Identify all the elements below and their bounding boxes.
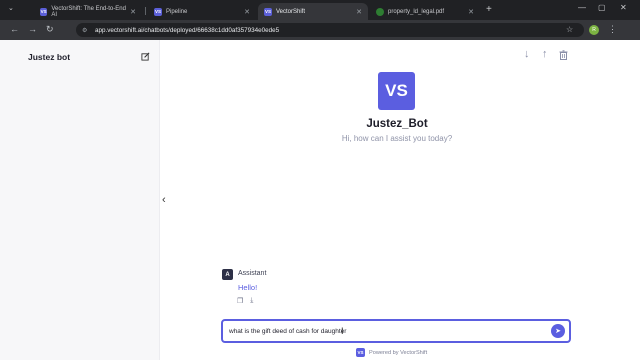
vectorshift-favicon-icon: VS <box>264 7 272 16</box>
close-icon[interactable]: ✕ <box>130 8 136 16</box>
upload-arrow-icon[interactable]: ↑ <box>542 48 548 60</box>
tab-label: VectorShift <box>276 8 306 15</box>
url-text: app.vectorshift.ai/chatbots/deployed/666… <box>95 26 280 34</box>
powered-by-text: Powered by VectorShift <box>369 349 428 356</box>
vectorshift-logo-icon: VS <box>356 348 365 357</box>
browser-menu-icon[interactable]: ⋮ <box>608 24 617 35</box>
send-button[interactable]: ➤ <box>551 324 565 338</box>
tab-property-pdf[interactable]: property_ld_legal.pdf ✕ <box>370 3 480 20</box>
message-text: Hello! <box>238 283 258 292</box>
powered-by-footer[interactable]: VS Powered by VectorShift <box>356 348 427 357</box>
page: ⌄ VS VectorShift: The End-to-End AI ✕ VS… <box>0 0 640 360</box>
maximize-icon[interactable]: ▢ <box>598 3 606 12</box>
download-arrow-icon[interactable]: ↓ <box>524 48 530 60</box>
vectorshift-favicon-icon: VS <box>40 7 48 16</box>
text-cursor-icon: I <box>341 326 344 336</box>
back-arrow-icon[interactable]: ← <box>10 24 19 34</box>
tab-vectorshift[interactable]: VS VectorShift ✕ <box>258 3 368 20</box>
tab-pipeline[interactable]: VS Pipeline ✕ <box>148 3 256 20</box>
tab-label: VectorShift: The End-to-End AI <box>51 5 126 18</box>
chatbot-logo: VS <box>378 72 415 110</box>
copy-icon[interactable]: ❐ <box>237 297 243 305</box>
bot-greeting: Hi, how can I assist you today? <box>341 134 453 143</box>
vectorshift-favicon-icon: VS <box>154 7 162 16</box>
tab-vectorshift-end-to-end[interactable]: VS VectorShift: The End-to-End AI ✕ <box>34 3 142 20</box>
tab-divider <box>145 7 146 15</box>
tab-label: property_ld_legal.pdf <box>388 8 445 15</box>
close-icon[interactable]: ✕ <box>356 8 362 16</box>
drive-icon <box>376 7 384 16</box>
window-close-icon[interactable]: ✕ <box>620 3 627 12</box>
chat-input-field[interactable]: what is the gift deed of cash for daught… <box>221 319 571 343</box>
reload-icon[interactable]: ↻ <box>46 24 54 35</box>
chat-sidebar: Justez bot <box>0 40 160 360</box>
site-info-icon[interactable]: ⚙ <box>82 27 89 34</box>
assistant-avatar: A <box>222 269 233 280</box>
collapse-sidebar-chevron-icon[interactable]: ‹ <box>162 194 166 206</box>
tab-label: Pipeline <box>166 8 188 15</box>
browser-address-bar: ← → ↻ ⚙ app.vectorshift.ai/chatbots/depl… <box>0 20 640 40</box>
browser-tab-bar: ⌄ VS VectorShift: The End-to-End AI ✕ VS… <box>0 0 640 20</box>
new-chat-edit-icon[interactable] <box>141 52 150 61</box>
chat-input-value: what is the gift deed of cash for daught… <box>229 328 347 335</box>
forward-arrow-icon[interactable]: → <box>28 24 37 34</box>
close-icon[interactable]: ✕ <box>468 8 474 16</box>
profile-avatar[interactable]: R <box>589 25 599 35</box>
tab-search-icon[interactable]: ⌄ <box>8 4 14 12</box>
url-field[interactable]: ⚙ app.vectorshift.ai/chatbots/deployed/6… <box>76 23 584 37</box>
close-icon[interactable]: ✕ <box>244 8 250 16</box>
minimize-icon[interactable]: — <box>578 3 586 12</box>
download-icon[interactable]: ⤓ <box>250 297 253 305</box>
message-role: Assistant <box>238 270 267 277</box>
message-actions: ❐ ⤓ <box>237 297 253 305</box>
trash-icon[interactable] <box>559 50 568 60</box>
sidebar-title: Justez bot <box>28 52 71 62</box>
bookmark-star-icon[interactable]: ☆ <box>566 25 573 34</box>
bot-name: Justez_Bot <box>366 118 428 130</box>
new-tab-button[interactable]: + <box>486 4 492 15</box>
